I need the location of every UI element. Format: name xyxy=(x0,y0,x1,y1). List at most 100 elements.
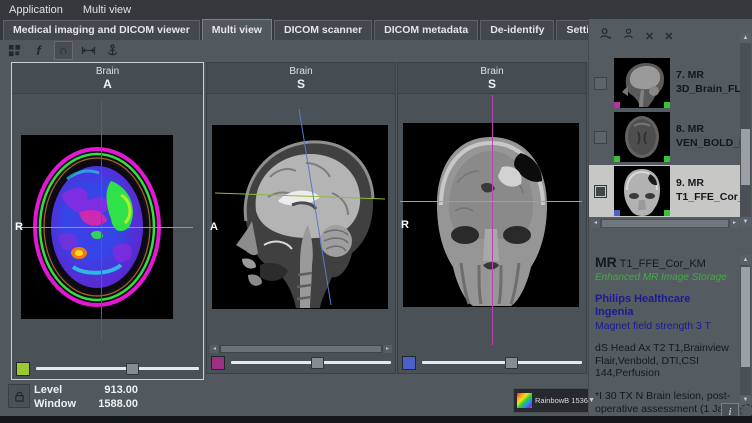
coronal-thumb-graphic xyxy=(614,166,670,216)
viewport-orientation: S xyxy=(207,77,395,91)
corner-marker-left xyxy=(614,210,620,216)
chevron-down-icon: ▼ xyxy=(588,397,595,404)
series-thumbnail[interactable] xyxy=(614,166,670,216)
series-number: 8. MR xyxy=(676,123,741,137)
series-item-9-selected[interactable]: 9. MR T1_FFE_Cor_KM xyxy=(589,165,741,217)
crosshair-oblique-vertical xyxy=(299,109,331,305)
coronal-brain-image xyxy=(403,123,579,307)
intersection-icon[interactable]: ∩ xyxy=(54,41,73,60)
series-thumbnail[interactable] xyxy=(614,112,670,162)
scrollbar-thumb[interactable] xyxy=(741,129,750,185)
orientation-side-label: A xyxy=(210,221,218,233)
tab-multi-view[interactable]: Multi view xyxy=(202,19,272,40)
scroll-up-arrow[interactable]: ▲ xyxy=(740,255,751,265)
scrollbar-thumb[interactable] xyxy=(221,346,381,352)
lock-button[interactable] xyxy=(8,384,30,408)
menu-bar: Application Multi view xyxy=(0,0,752,19)
details-vertical-scrollbar[interactable]: ▲ ▼ xyxy=(740,255,751,405)
menu-multi-view[interactable]: Multi view xyxy=(83,4,131,16)
viewport-axial[interactable]: Brain A xyxy=(11,62,204,380)
close-icon[interactable]: ✕ xyxy=(645,30,654,43)
series-name: VEN_BOLD_HR xyxy=(676,137,741,151)
anchor-icon[interactable] xyxy=(104,42,121,59)
series-checkbox[interactable] xyxy=(594,77,607,90)
series-checkbox-checked[interactable] xyxy=(594,185,607,198)
crosshair-oblique-horizontal xyxy=(215,193,385,199)
series-title: MR T1_FFE_Cor_KM xyxy=(595,254,737,271)
viewport-coronal[interactable]: Brain S xyxy=(397,62,587,374)
coronal-brain-graphic xyxy=(403,123,579,307)
sagittal-slice-slider[interactable] xyxy=(231,361,391,364)
measure-icon[interactable] xyxy=(80,42,97,59)
scroll-left-arrow[interactable]: ◂ xyxy=(591,219,600,228)
viewport-coronal-header: Brain S xyxy=(398,63,586,94)
viewport-title: Brain xyxy=(207,66,395,77)
colormap-dropdown[interactable]: RainbowB 1536 ▼ xyxy=(513,388,589,413)
coronal-color-chip[interactable] xyxy=(402,356,416,370)
user-icon[interactable] xyxy=(622,27,635,45)
manufacturer-label: Philips Healthcare xyxy=(595,293,737,306)
series-number: 9. MR xyxy=(676,177,741,191)
series-label: 9. MR T1_FFE_Cor_KM xyxy=(676,177,741,204)
lock-icon xyxy=(14,390,25,403)
window-bottom-edge xyxy=(0,416,752,423)
viewport-axial-canvas[interactable]: R xyxy=(12,93,203,359)
sagittal-pan-scrollbar[interactable]: ◂ ▸ xyxy=(210,345,392,353)
tab-medical-imaging[interactable]: Medical imaging and DICOM viewer xyxy=(3,20,200,40)
scroll-up-arrow[interactable]: ▲ xyxy=(740,33,751,43)
viewport-sagittal-canvas[interactable]: A xyxy=(207,93,395,343)
series-vertical-scrollbar[interactable]: ▲ ▼ xyxy=(740,33,751,227)
window-label: Window xyxy=(34,398,86,410)
viewport-coronal-canvas[interactable]: R xyxy=(398,93,586,353)
viewport-sagittal-header: Brain S xyxy=(207,63,395,94)
close-icon[interactable]: ✕ xyxy=(664,30,673,43)
viewport-title: Brain xyxy=(398,66,586,77)
coronal-slice-slider[interactable] xyxy=(422,361,582,364)
crosshair-vertical xyxy=(101,101,102,341)
level-window-panel: Level 913.00 Window 1588.00 xyxy=(34,383,138,411)
series-thumbnail[interactable] xyxy=(614,58,670,108)
axial-slice-slider-row xyxy=(16,361,199,376)
corner-marker-left xyxy=(614,156,620,162)
function-icon[interactable]: f xyxy=(30,42,47,59)
series-checkbox[interactable] xyxy=(594,131,607,144)
sagittal-color-chip[interactable] xyxy=(211,356,225,370)
orientation-side-label: R xyxy=(401,219,409,231)
axial-color-chip[interactable] xyxy=(16,362,30,376)
scrollbar-thumb[interactable] xyxy=(602,220,728,227)
add-user-icon[interactable] xyxy=(599,27,612,45)
scroll-right-arrow[interactable]: ▸ xyxy=(730,219,739,228)
rainbow-colormap-icon xyxy=(517,393,532,408)
model-label: Ingenia xyxy=(595,306,737,319)
coronal-slider-handle[interactable] xyxy=(505,357,518,369)
orientation-side-label: R xyxy=(15,221,23,233)
series-horizontal-scrollbar[interactable]: ◂ ▸ xyxy=(591,219,739,228)
layout-grid-icon[interactable] xyxy=(6,42,23,59)
menu-application[interactable]: Application xyxy=(9,4,63,16)
colormap-label: RainbowB 1536 xyxy=(535,396,588,405)
axial-slider-handle[interactable] xyxy=(126,363,139,375)
tab-dicom-scanner[interactable]: DICOM scanner xyxy=(274,20,372,40)
crosshair-horizontal xyxy=(400,201,582,202)
viewport-sagittal[interactable]: Brain S xyxy=(206,62,396,374)
scrollbar-thumb[interactable] xyxy=(741,267,750,367)
corner-marker-left xyxy=(614,102,620,108)
scroll-right-arrow[interactable]: ▸ xyxy=(383,345,392,353)
series-name-label: T1_FFE_Cor_KM xyxy=(620,258,706,270)
level-value: 913.00 xyxy=(86,384,138,396)
sagittal-slice-slider-row xyxy=(211,355,391,370)
series-label: 8. MR VEN_BOLD_HR xyxy=(676,123,741,150)
axial-slice-slider[interactable] xyxy=(36,367,199,370)
tab-de-identify[interactable]: De-identify xyxy=(480,20,554,40)
sagittal-thumb-graphic xyxy=(614,58,670,108)
sagittal-slider-handle[interactable] xyxy=(311,357,324,369)
scroll-down-arrow[interactable]: ▼ xyxy=(740,217,751,227)
scroll-left-arrow[interactable]: ◂ xyxy=(210,345,219,353)
storage-class-label: Enhanced MR Image Storage xyxy=(595,272,737,284)
tab-dicom-metadata[interactable]: DICOM metadata xyxy=(374,20,478,40)
series-item-8[interactable]: 8. MR VEN_BOLD_HR xyxy=(589,111,741,163)
level-label: Level xyxy=(34,384,86,396)
series-item-7[interactable]: 7. MR 3D_Brain_FLAIR xyxy=(589,57,741,109)
modality-label: MR xyxy=(595,254,617,270)
viewport-orientation: A xyxy=(12,77,203,91)
